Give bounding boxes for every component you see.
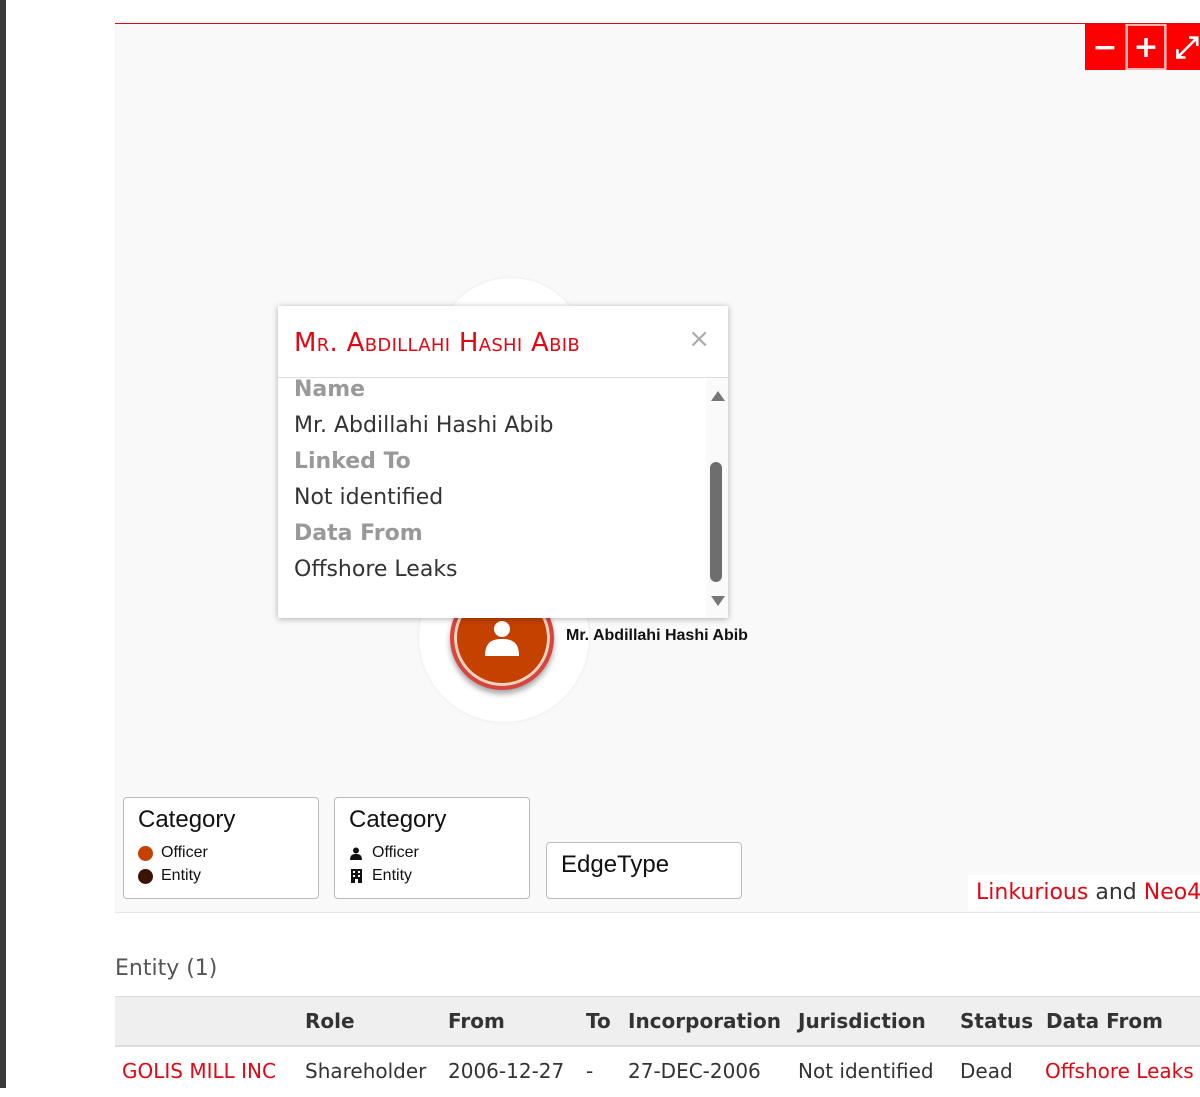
entity-color-dot	[138, 868, 153, 884]
popup-title: Mr. Abdillahi Hashi Abib	[294, 328, 581, 358]
category-color-legend: Category Officer Entity	[123, 797, 319, 899]
legend-title: Category	[138, 806, 236, 833]
entity-table: Role From To Incorporation Jurisdiction …	[115, 996, 1200, 1097]
zoom-out-button[interactable]: −	[1085, 24, 1126, 70]
cell-status: Dead	[960, 1059, 1013, 1083]
legend-item-entity: Entity	[349, 867, 412, 885]
field-label-data-from: Data From	[294, 521, 423, 546]
popup-fields: Name Mr. Abdillahi Hashi Abib Linked To …	[294, 378, 694, 588]
scroll-up-arrow-icon[interactable]	[711, 391, 725, 401]
credit-and: and	[1095, 880, 1137, 905]
table-row: GOLIS MILL INC Shareholder 2006-12-27 - …	[115, 1047, 1200, 1097]
linkurious-link[interactable]: Linkurious	[976, 880, 1088, 905]
officer-color-dot	[138, 845, 153, 861]
graph-credit: Linkurious and Neo4j	[968, 875, 1200, 911]
cell-jurisdiction: Not identified	[798, 1059, 934, 1083]
user-icon	[485, 621, 519, 656]
close-icon[interactable]: ×	[688, 324, 710, 354]
building-icon	[349, 869, 363, 883]
field-label-linked-to: Linked To	[294, 449, 411, 474]
category-icon-legend: Category Officer Entity	[334, 797, 530, 899]
legend-item-officer: Officer	[349, 844, 419, 862]
scroll-down-arrow-icon[interactable]	[711, 596, 725, 606]
legend-item-label: Entity	[161, 867, 202, 884]
zoom-controls: − + ⤢	[1085, 24, 1200, 70]
scroll-thumb[interactable]	[710, 462, 722, 582]
fullscreen-button[interactable]: ⤢	[1167, 24, 1200, 70]
field-value-data-from: Offshore Leaks	[294, 557, 458, 582]
column-header-from[interactable]: From	[448, 1009, 505, 1033]
field-value-linked-to: Not identified	[294, 485, 444, 510]
field-label-name: Name	[294, 378, 366, 402]
data-from-link[interactable]: Offshore Leaks	[1045, 1059, 1194, 1083]
table-header: Role From To Incorporation Jurisdiction …	[115, 996, 1200, 1047]
edge-type-legend: EdgeType	[546, 842, 742, 899]
node-label: Mr. Abdillahi Hashi Abib	[566, 627, 748, 644]
node-detail-popup: Mr. Abdillahi Hashi Abib × Name Mr. Abdi…	[278, 306, 728, 618]
column-header-role[interactable]: Role	[305, 1009, 355, 1033]
legend-title: EdgeType	[561, 851, 670, 878]
user-icon	[349, 847, 363, 860]
legend-item-label: Officer	[372, 844, 419, 861]
field-value-name: Mr. Abdillahi Hashi Abib	[294, 413, 554, 438]
column-header-jurisdiction[interactable]: Jurisdiction	[798, 1009, 926, 1033]
cell-from: 2006-12-27	[448, 1059, 565, 1083]
legend-title: Category	[349, 806, 447, 833]
column-header-status[interactable]: Status	[960, 1009, 1033, 1033]
legend-item-label: Entity	[372, 867, 413, 884]
legend-item-entity: Entity	[138, 867, 201, 885]
column-header-to[interactable]: To	[586, 1009, 611, 1033]
cell-incorporation: 27-DEC-2006	[628, 1059, 761, 1083]
cell-role: Shareholder	[305, 1059, 427, 1083]
window-edge	[0, 0, 6, 1088]
cell-to: -	[586, 1059, 594, 1083]
popup-header: Mr. Abdillahi Hashi Abib ×	[278, 306, 728, 378]
legend-item-label: Officer	[161, 844, 208, 861]
popup-scrollbar[interactable]	[706, 378, 728, 618]
zoom-in-button[interactable]: +	[1126, 24, 1167, 70]
neo4j-link[interactable]: Neo4j	[1144, 880, 1200, 905]
legend-item-officer: Officer	[138, 844, 208, 862]
entity-section-heading: Entity (1)	[115, 956, 218, 981]
entity-name-link[interactable]: GOLIS MILL INC	[122, 1059, 276, 1083]
column-header-data-from[interactable]: Data From	[1046, 1009, 1163, 1033]
column-header-incorporation[interactable]: Incorporation	[628, 1009, 781, 1033]
popup-body[interactable]: Name Mr. Abdillahi Hashi Abib Linked To …	[278, 378, 728, 618]
